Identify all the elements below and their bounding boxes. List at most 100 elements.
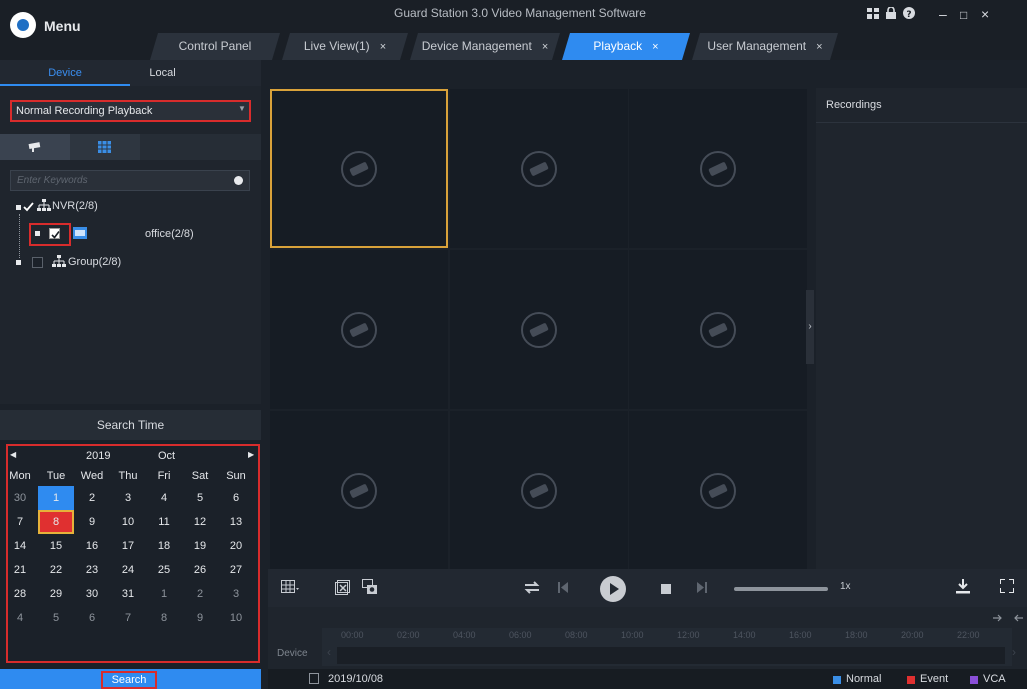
- calendar-day[interactable]: 1: [146, 582, 182, 606]
- calendar-day[interactable]: 20: [218, 534, 254, 558]
- playback-mode-select[interactable]: Normal Recording Playback: [10, 100, 251, 122]
- calendar-icon[interactable]: [309, 673, 319, 684]
- calendar-day[interactable]: 28: [2, 582, 38, 606]
- calendar-day[interactable]: 14: [2, 534, 38, 558]
- calendar-day[interactable]: 13: [218, 510, 254, 534]
- calendar-day[interactable]: 25: [146, 558, 182, 582]
- calendar-day[interactable]: 30: [2, 486, 38, 510]
- tab-playback[interactable]: Playback ×: [562, 33, 690, 60]
- video-tile[interactable]: [629, 89, 807, 248]
- tree-item-office[interactable]: office(2/8): [145, 228, 194, 240]
- tree-item-group[interactable]: Group(2/8): [68, 256, 121, 268]
- calendar-day[interactable]: 15: [38, 534, 74, 558]
- tab-control-panel[interactable]: Control Panel: [150, 33, 280, 60]
- video-tile[interactable]: [450, 250, 628, 409]
- tab-camera-view[interactable]: [0, 134, 70, 160]
- calendar-day[interactable]: 27: [218, 558, 254, 582]
- calendar-day[interactable]: 7: [2, 510, 38, 534]
- timeline-bar[interactable]: [337, 647, 1005, 664]
- calendar-day[interactable]: 9: [74, 510, 110, 534]
- prev-month-icon[interactable]: ◀: [10, 450, 16, 459]
- tab-live-view[interactable]: Live View(1) ×: [282, 33, 408, 60]
- calendar-day-today[interactable]: 1: [38, 486, 74, 510]
- chevron-down-icon[interactable]: ▼: [238, 104, 246, 113]
- close-all-windows-icon[interactable]: [335, 580, 350, 595]
- search-icon[interactable]: [234, 176, 243, 185]
- lock-icon[interactable]: [886, 7, 896, 19]
- calendar-day[interactable]: 9: [182, 606, 218, 630]
- calendar-day[interactable]: 10: [110, 510, 146, 534]
- calendar-day[interactable]: 18: [146, 534, 182, 558]
- zoom-timeline-icon[interactable]: [993, 614, 1023, 622]
- timeline-scroll-right-icon[interactable]: ›: [1012, 645, 1016, 659]
- group-checkbox[interactable]: [32, 257, 43, 268]
- calendar-day[interactable]: 5: [182, 486, 218, 510]
- calendar-day[interactable]: 6: [74, 606, 110, 630]
- tab-device-management[interactable]: Device Management ×: [410, 33, 560, 60]
- calendar-day[interactable]: 21: [2, 558, 38, 582]
- tab-close-icon[interactable]: ×: [542, 41, 548, 53]
- expand-icon[interactable]: [16, 205, 21, 210]
- calendar-day[interactable]: 12: [182, 510, 218, 534]
- check-icon[interactable]: [23, 201, 34, 212]
- timeline-scroll-left-icon[interactable]: ‹: [327, 645, 331, 659]
- snapshot-icon[interactable]: [362, 579, 378, 595]
- video-tile[interactable]: [270, 250, 448, 409]
- calendar-day[interactable]: 10: [218, 606, 254, 630]
- calendar-day[interactable]: 23: [74, 558, 110, 582]
- next-month-icon[interactable]: ▶: [248, 450, 254, 459]
- menu-label[interactable]: Menu: [44, 18, 81, 34]
- subtab-local[interactable]: Local: [130, 60, 195, 86]
- calendar-day[interactable]: 26: [182, 558, 218, 582]
- expand-icon[interactable]: [16, 260, 21, 265]
- sync-playback-icon[interactable]: [524, 581, 540, 594]
- search-button-label[interactable]: Search: [101, 671, 157, 689]
- calendar-day[interactable]: 3: [110, 486, 146, 510]
- video-tile[interactable]: [450, 89, 628, 248]
- calendar-day[interactable]: 3: [218, 582, 254, 606]
- calendar-day[interactable]: 29: [38, 582, 74, 606]
- calendar-day[interactable]: 31: [110, 582, 146, 606]
- window-layout-icon[interactable]: [281, 580, 299, 594]
- tab-close-icon[interactable]: ×: [652, 41, 658, 53]
- close-window-button[interactable]: ×: [981, 6, 989, 22]
- calendar-day[interactable]: 4: [146, 486, 182, 510]
- step-forward-icon[interactable]: [697, 582, 707, 593]
- tab-user-management[interactable]: User Management ×: [692, 33, 838, 60]
- tree-item-nvr[interactable]: NVR(2/8): [52, 200, 98, 212]
- stop-button[interactable]: [661, 584, 671, 594]
- calendar-day-selected[interactable]: 8: [38, 510, 74, 534]
- calendar-day[interactable]: 30: [74, 582, 110, 606]
- video-tile[interactable]: [629, 411, 807, 570]
- calendar-day[interactable]: 17: [110, 534, 146, 558]
- calendar-day[interactable]: 22: [38, 558, 74, 582]
- tab-close-icon[interactable]: ×: [816, 41, 822, 53]
- calendar-day[interactable]: 6: [218, 486, 254, 510]
- tab-grid-view[interactable]: [70, 134, 140, 160]
- calendar-day[interactable]: 11: [146, 510, 182, 534]
- video-tile[interactable]: [270, 89, 448, 248]
- calendar-month[interactable]: Oct: [158, 450, 175, 462]
- fullscreen-icon[interactable]: [1000, 579, 1014, 593]
- calendar-day[interactable]: 8: [146, 606, 182, 630]
- collapse-panel-handle[interactable]: ›: [806, 290, 814, 364]
- app-logo-icon[interactable]: [10, 12, 36, 38]
- calendar-day[interactable]: 2: [182, 582, 218, 606]
- download-icon[interactable]: [956, 579, 970, 594]
- calendar-day[interactable]: 19: [182, 534, 218, 558]
- step-back-icon[interactable]: [558, 582, 568, 593]
- tab-close-icon[interactable]: ×: [380, 41, 386, 53]
- calendar-day[interactable]: 4: [2, 606, 38, 630]
- video-tile[interactable]: [270, 411, 448, 570]
- calendar-day[interactable]: 7: [110, 606, 146, 630]
- calendar-day[interactable]: 24: [110, 558, 146, 582]
- calendar-day[interactable]: 2: [74, 486, 110, 510]
- video-tile[interactable]: [450, 411, 628, 570]
- help-icon[interactable]: ?: [903, 7, 915, 19]
- speed-slider[interactable]: [734, 587, 828, 591]
- calendar-day[interactable]: 16: [74, 534, 110, 558]
- keyword-search-input[interactable]: Enter Keywords: [10, 170, 250, 191]
- minimize-button[interactable]: –: [939, 6, 947, 22]
- video-tile[interactable]: [629, 250, 807, 409]
- subtab-device[interactable]: Device: [0, 60, 130, 86]
